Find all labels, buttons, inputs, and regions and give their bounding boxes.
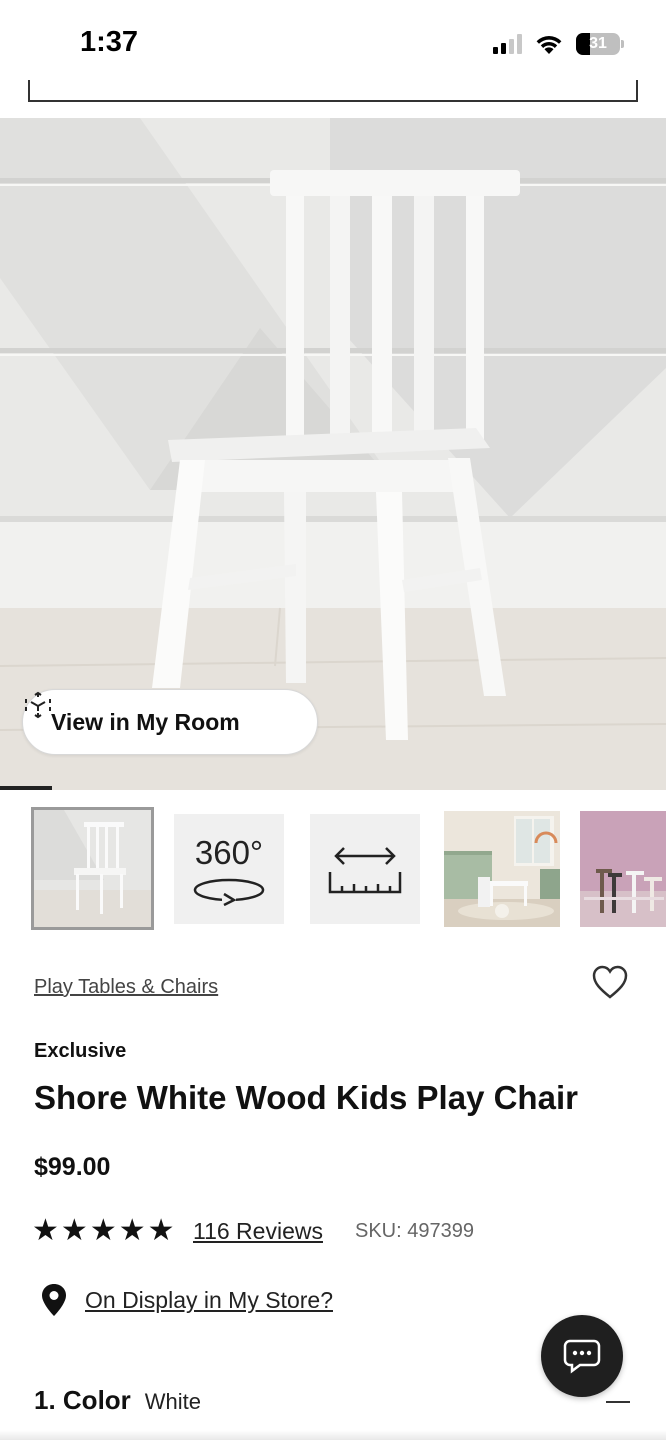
gallery-progress-indicator	[0, 786, 52, 790]
favorite-button[interactable]	[590, 962, 630, 1002]
product-title: Shore White Wood Kids Play Chair	[34, 1079, 578, 1116]
color-option-header[interactable]: 1. Color White	[34, 1385, 201, 1416]
battery-icon: 31	[576, 33, 624, 55]
ruler-dimensions-icon	[328, 847, 402, 894]
signal-icon	[493, 34, 522, 54]
map-pin-icon	[42, 1284, 66, 1316]
star-icon: ★	[32, 1214, 59, 1247]
product-price: $99.00	[34, 1153, 111, 1181]
star-icon: ★	[60, 1214, 88, 1247]
color-option-heading: 1. Color	[34, 1385, 131, 1415]
chat-button[interactable]	[541, 1315, 623, 1397]
thumbnail-360-view[interactable]: 360°	[174, 814, 284, 924]
gallery-thumbnails: 360°	[0, 806, 666, 934]
search-box-edge[interactable]	[28, 80, 638, 102]
status-icons: 31	[493, 30, 624, 58]
star-icon: ★	[147, 1214, 175, 1247]
thumbnail-room-scene-green[interactable]	[444, 811, 560, 927]
star-icon: ★	[89, 1214, 117, 1247]
exclusive-badge: Exclusive	[34, 1040, 127, 1062]
view-in-my-room-button[interactable]: View in My Room	[22, 689, 318, 755]
status-time: 1:37	[80, 26, 139, 58]
heart-icon	[592, 965, 628, 999]
battery-level: 31	[589, 35, 607, 52]
on-display-in-store-link[interactable]: On Display in My Store?	[85, 1287, 333, 1314]
category-breadcrumb-link[interactable]: Play Tables & Chairs	[34, 976, 218, 999]
bottom-shadow	[0, 1430, 666, 1440]
star-icon: ★	[118, 1214, 146, 1247]
star-rating[interactable]: ★ ★ ★ ★ ★	[32, 1214, 175, 1248]
ar-cube-icon	[25, 691, 51, 719]
minus-icon[interactable]	[606, 1401, 630, 1403]
sku-number: SKU: 497399	[355, 1220, 474, 1242]
thumbnail-360-label: 360°	[194, 834, 264, 871]
thumbnail-chair-photo[interactable]	[31, 807, 154, 930]
rotate-360-icon	[193, 878, 265, 906]
chat-icon	[563, 1339, 601, 1374]
status-bar: 1:37 31	[0, 0, 666, 80]
thumbnail-room-scene-pink[interactable]	[580, 811, 666, 927]
wifi-icon	[536, 36, 562, 54]
reviews-link[interactable]: 116 Reviews	[193, 1218, 323, 1245]
view-in-my-room-label: View in My Room	[51, 708, 240, 735]
product-hero-image[interactable]: View in My Room	[0, 118, 666, 790]
color-option-value: White	[144, 1389, 202, 1414]
thumbnail-dimensions[interactable]	[310, 814, 420, 924]
